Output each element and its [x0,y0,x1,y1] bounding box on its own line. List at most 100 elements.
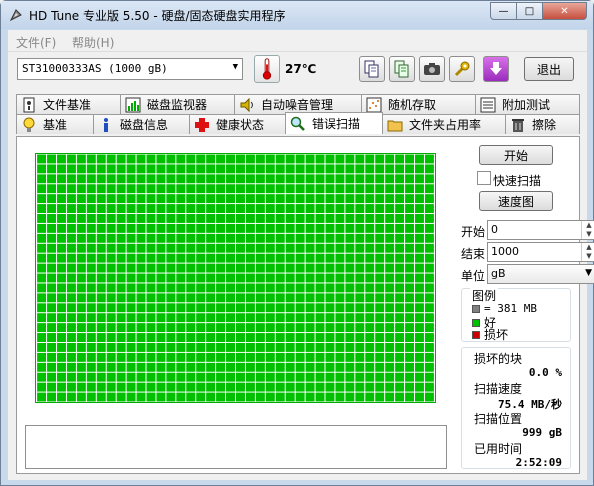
close-button[interactable]: ✕ [543,2,587,20]
tab-error-scan[interactable]: 错误扫描 [285,112,383,134]
speed-map-button[interactable]: 速度图 [479,191,553,211]
scan-block [355,164,365,174]
scan-block [116,194,126,204]
tab-noise-management[interactable]: 自动噪音管理 [234,94,362,114]
tab-erase[interactable]: 擦除 [505,114,580,134]
scan-block [96,293,106,303]
screenshot-button[interactable] [419,56,445,82]
scan-block [415,154,424,164]
scan-block [126,204,136,214]
scan-block [385,392,395,402]
scan-block [255,293,265,303]
scan-block [295,174,305,184]
scan-block [126,303,136,313]
scan-block [385,174,395,184]
tab-file-benchmark[interactable]: 文件基准 [16,94,121,114]
scan-block [255,204,265,214]
scan-block [116,352,126,362]
maximize-button[interactable]: □ [517,2,543,20]
scan-block [295,382,305,392]
tab-disk-monitor[interactable]: 磁盘监视器 [120,94,235,114]
scan-block [66,174,76,184]
scan-block [66,313,76,323]
scan-block [275,372,285,382]
scan-block [375,293,385,303]
spinner-arrows-icon[interactable]: ▲ ▼ [581,243,594,261]
scan-block [315,184,325,194]
scan-block [355,233,365,243]
scan-block [424,174,434,184]
scan-block [375,223,385,233]
scan-block [136,362,146,372]
scan-block [196,204,206,214]
start-input[interactable]: 0 ▲ ▼ [487,220,594,240]
scan-block [345,283,355,293]
magnifier-icon [290,116,305,131]
quick-scan-checkbox[interactable] [477,171,491,185]
menu-help[interactable]: 帮助(H) [72,34,114,51]
scan-block [385,333,395,342]
scan-block [56,154,66,164]
tab-benchmark[interactable]: 基准 [16,114,94,134]
unit-select[interactable]: gB ▼ [487,264,594,284]
tab-health[interactable]: 健康状态 [189,114,286,134]
scan-block [146,214,156,223]
scan-block [235,223,245,233]
scan-block [76,323,86,333]
menu-file[interactable]: 文件(F) [16,34,56,51]
scan-block [76,392,86,402]
end-input[interactable]: 1000 ▲ ▼ [487,242,594,262]
scan-block [325,283,335,293]
scan-block [405,392,415,402]
scan-block [186,293,196,303]
scan-block [206,194,216,204]
exit-button[interactable]: 退出 [524,57,574,81]
start-scan-button[interactable]: 开始 [479,145,553,165]
tab-extra-tests[interactable]: 附加测试 [475,94,580,114]
scan-block [395,342,405,352]
scan-block [365,333,375,342]
tab-folder-usage[interactable]: 文件夹占用率 [382,114,506,134]
scan-block [126,372,136,382]
spinner-arrows-icon[interactable]: ▲ ▼ [581,221,594,239]
title-bar[interactable]: HD Tune 专业版 5.50 - 硬盘/固态硬盘实用程序 — □ ✕ [1,1,593,29]
scan-block [76,342,86,352]
scan-block [295,392,305,402]
scan-block [146,164,156,174]
minimize-button[interactable]: — [490,2,517,20]
scan-block [345,333,355,342]
scan-block [186,194,196,204]
scan-block [305,174,315,184]
scan-block [365,313,375,323]
tab-random-access[interactable]: 随机存取 [361,94,476,114]
scan-block [405,233,415,243]
options-button[interactable] [449,56,475,82]
scan-block [275,243,285,253]
scan-block [265,303,275,313]
copy-info-button[interactable] [359,56,385,82]
scan-block [37,214,47,223]
scan-block [405,164,415,174]
scan-block [47,323,57,333]
scan-block [126,283,136,293]
drive-select[interactable]: ST31000333AS (1000 gB) ▼ [17,58,243,80]
scan-block [196,233,206,243]
scan-block [76,352,86,362]
scan-block [106,204,116,214]
scan-block [66,333,76,342]
save-button[interactable] [483,56,509,82]
scan-block [295,273,305,283]
scan-block [37,174,47,184]
scan-block [245,263,255,273]
scan-block [126,293,136,303]
scan-block [385,303,395,313]
copy-all-button[interactable] [389,56,415,82]
scan-block [116,303,126,313]
scan-block [265,293,275,303]
scan-block [176,263,186,273]
scan-block [176,392,186,402]
scan-block [235,184,245,194]
block-swatch-icon [472,304,480,313]
tab-disk-info[interactable]: 磁盘信息 [93,114,190,134]
scan-block [136,382,146,392]
